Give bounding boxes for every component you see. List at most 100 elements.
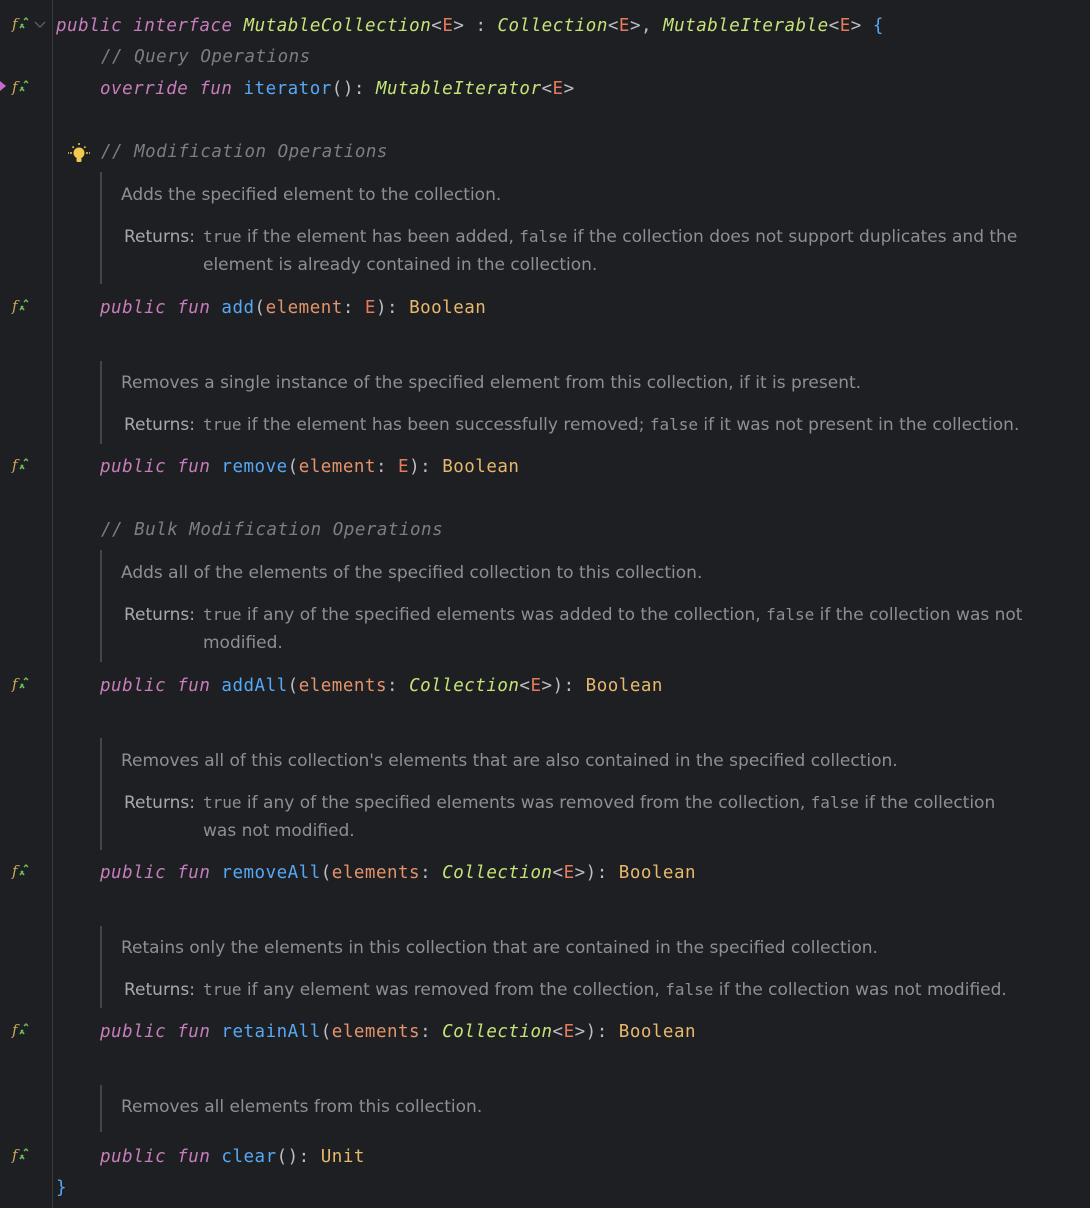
override-marker-icon[interactable] xyxy=(0,81,6,91)
clear-declaration[interactable]: public fun clear(): Unit xyxy=(100,1146,365,1168)
function-name-clear[interactable]: clear xyxy=(221,1147,276,1167)
parameter-name[interactable]: element xyxy=(299,457,376,477)
paren-close: ): xyxy=(585,863,619,883)
keyword-fun: fun xyxy=(177,1147,211,1167)
colon: : xyxy=(386,676,410,696)
returns-text-part: if any element was removed from the coll… xyxy=(241,980,666,1000)
returns-label: Returns: xyxy=(124,415,195,435)
function-implemented-icon[interactable]: f xyxy=(11,862,31,882)
paren-open: ( xyxy=(320,1022,332,1042)
code-true: true xyxy=(203,605,242,624)
parameter-type[interactable]: Collection xyxy=(409,676,519,696)
remove-declaration[interactable]: public fun remove(element: E): Boolean xyxy=(100,456,519,478)
type-parameter: E xyxy=(839,16,851,36)
doc-returns: Returns: true if any of the specified ele… xyxy=(124,789,1033,845)
angle-open: < xyxy=(541,79,553,99)
angle-open: < xyxy=(828,16,840,36)
parameter-name[interactable]: elements xyxy=(299,676,387,696)
return-type[interactable]: Boolean xyxy=(442,457,519,477)
supertype-mutable-iterable[interactable]: MutableIterable xyxy=(663,16,829,36)
parameter-type: E xyxy=(364,298,376,318)
function-name-remove[interactable]: remove xyxy=(221,457,287,477)
keyword-public: public xyxy=(100,863,167,883)
code-true: true xyxy=(203,793,242,812)
paren-open: ( xyxy=(254,298,266,318)
returns-text: true if any of the specified elements wa… xyxy=(203,789,1033,845)
doc-returns: Returns: true if any of the specified ele… xyxy=(124,601,1033,657)
angle-open: < xyxy=(431,16,443,36)
svg-text:f: f xyxy=(11,297,20,315)
comment-query-operations: // Query Operations xyxy=(101,47,311,67)
paren-open: ( xyxy=(287,457,299,477)
function-name-removeall[interactable]: removeAll xyxy=(221,863,320,883)
function-implemented-icon[interactable]: f xyxy=(11,15,31,35)
parameter-name[interactable]: element xyxy=(266,298,343,318)
code-true: true xyxy=(203,227,242,246)
function-name-addall[interactable]: addAll xyxy=(221,676,287,696)
fold-chevron-icon[interactable] xyxy=(34,20,46,30)
return-type[interactable]: Boolean xyxy=(586,676,663,696)
doc-returns: Returns: true if the element has been add… xyxy=(124,223,1033,279)
brace-close: } xyxy=(56,1178,68,1198)
angle-close: > xyxy=(629,16,642,36)
brace-open: { xyxy=(872,16,884,36)
parameter-name[interactable]: elements xyxy=(332,863,420,883)
doc-summary: Adds all of the elements of the specifie… xyxy=(121,563,703,583)
code-true: true xyxy=(203,980,242,999)
returns-text-part: if the collection was not modified. xyxy=(713,980,1007,1000)
return-type[interactable]: Boolean xyxy=(619,863,696,883)
returns-text: true if any element was removed from the… xyxy=(203,976,1033,1004)
function-name-add[interactable]: add xyxy=(221,298,254,318)
returns-text-part: if any of the specified elements was add… xyxy=(241,605,767,625)
keyword-public: public xyxy=(100,676,167,696)
code-false: false xyxy=(810,793,859,812)
keyword-fun: fun xyxy=(177,863,211,883)
paren-close: ): xyxy=(409,457,443,477)
colon: : xyxy=(464,16,498,36)
function-implemented-icon[interactable]: f xyxy=(11,1021,31,1041)
keyword-fun: fun xyxy=(177,457,211,477)
return-type[interactable]: Boolean xyxy=(409,298,486,318)
returns-text: true if the element has been added, fals… xyxy=(203,223,1033,279)
svg-text:f: f xyxy=(11,862,20,880)
svg-text:f: f xyxy=(11,78,20,96)
return-type[interactable]: Unit xyxy=(321,1147,365,1167)
removeall-declaration[interactable]: public fun removeAll(elements: Collectio… xyxy=(100,862,696,884)
add-declaration[interactable]: public fun add(element: E): Boolean xyxy=(100,297,486,319)
doc-returns: Returns: true if the element has been suc… xyxy=(124,411,1033,439)
colon: : xyxy=(420,863,443,883)
function-implemented-icon[interactable]: f xyxy=(11,297,31,317)
returns-text-part: if the element has been successfully rem… xyxy=(241,415,650,435)
interface-declaration[interactable]: public interface MutableCollection<E> : … xyxy=(56,15,884,37)
function-implemented-icon[interactable]: f xyxy=(11,456,31,476)
return-type[interactable]: Boolean xyxy=(619,1022,696,1042)
lightbulb-icon[interactable] xyxy=(66,141,92,167)
function-implemented-icon[interactable]: f xyxy=(11,1146,31,1166)
iterator-declaration[interactable]: override fun iterator(): MutableIterator… xyxy=(100,78,575,100)
return-type[interactable]: MutableIterator xyxy=(376,79,542,99)
supertype-collection[interactable]: Collection xyxy=(498,16,608,36)
retainall-declaration[interactable]: public fun retainAll(elements: Collectio… xyxy=(100,1021,696,1043)
code-false: false xyxy=(649,415,699,434)
parameter-name[interactable]: elements xyxy=(332,1022,420,1042)
comment-modification-operations: // Modification Operations xyxy=(101,142,388,162)
paren-close: ): xyxy=(552,676,586,696)
svg-text:f: f xyxy=(11,456,20,474)
function-implemented-icon[interactable]: f xyxy=(11,78,31,98)
parameter-type[interactable]: Collection xyxy=(442,863,552,883)
parameter-type: E xyxy=(398,457,410,477)
function-name-iterator[interactable]: iterator xyxy=(244,79,332,99)
angle-close: > xyxy=(563,79,575,99)
comma: , xyxy=(641,16,664,36)
function-name-retainall[interactable]: retainAll xyxy=(221,1022,320,1042)
keyword-fun: fun xyxy=(199,79,233,99)
returns-text: true if the element has been successfull… xyxy=(203,411,1033,439)
svg-text:f: f xyxy=(11,1146,20,1164)
returns-text: true if any of the specified elements wa… xyxy=(203,601,1033,657)
function-implemented-icon[interactable]: f xyxy=(11,675,31,695)
parameter-type[interactable]: Collection xyxy=(442,1022,552,1042)
doc-summary: Retains only the elements in this collec… xyxy=(121,938,878,958)
interface-name[interactable]: MutableCollection xyxy=(244,16,432,36)
addall-declaration[interactable]: public fun addAll(elements: Collection<E… xyxy=(100,675,663,697)
type-parameter: E xyxy=(618,16,630,36)
